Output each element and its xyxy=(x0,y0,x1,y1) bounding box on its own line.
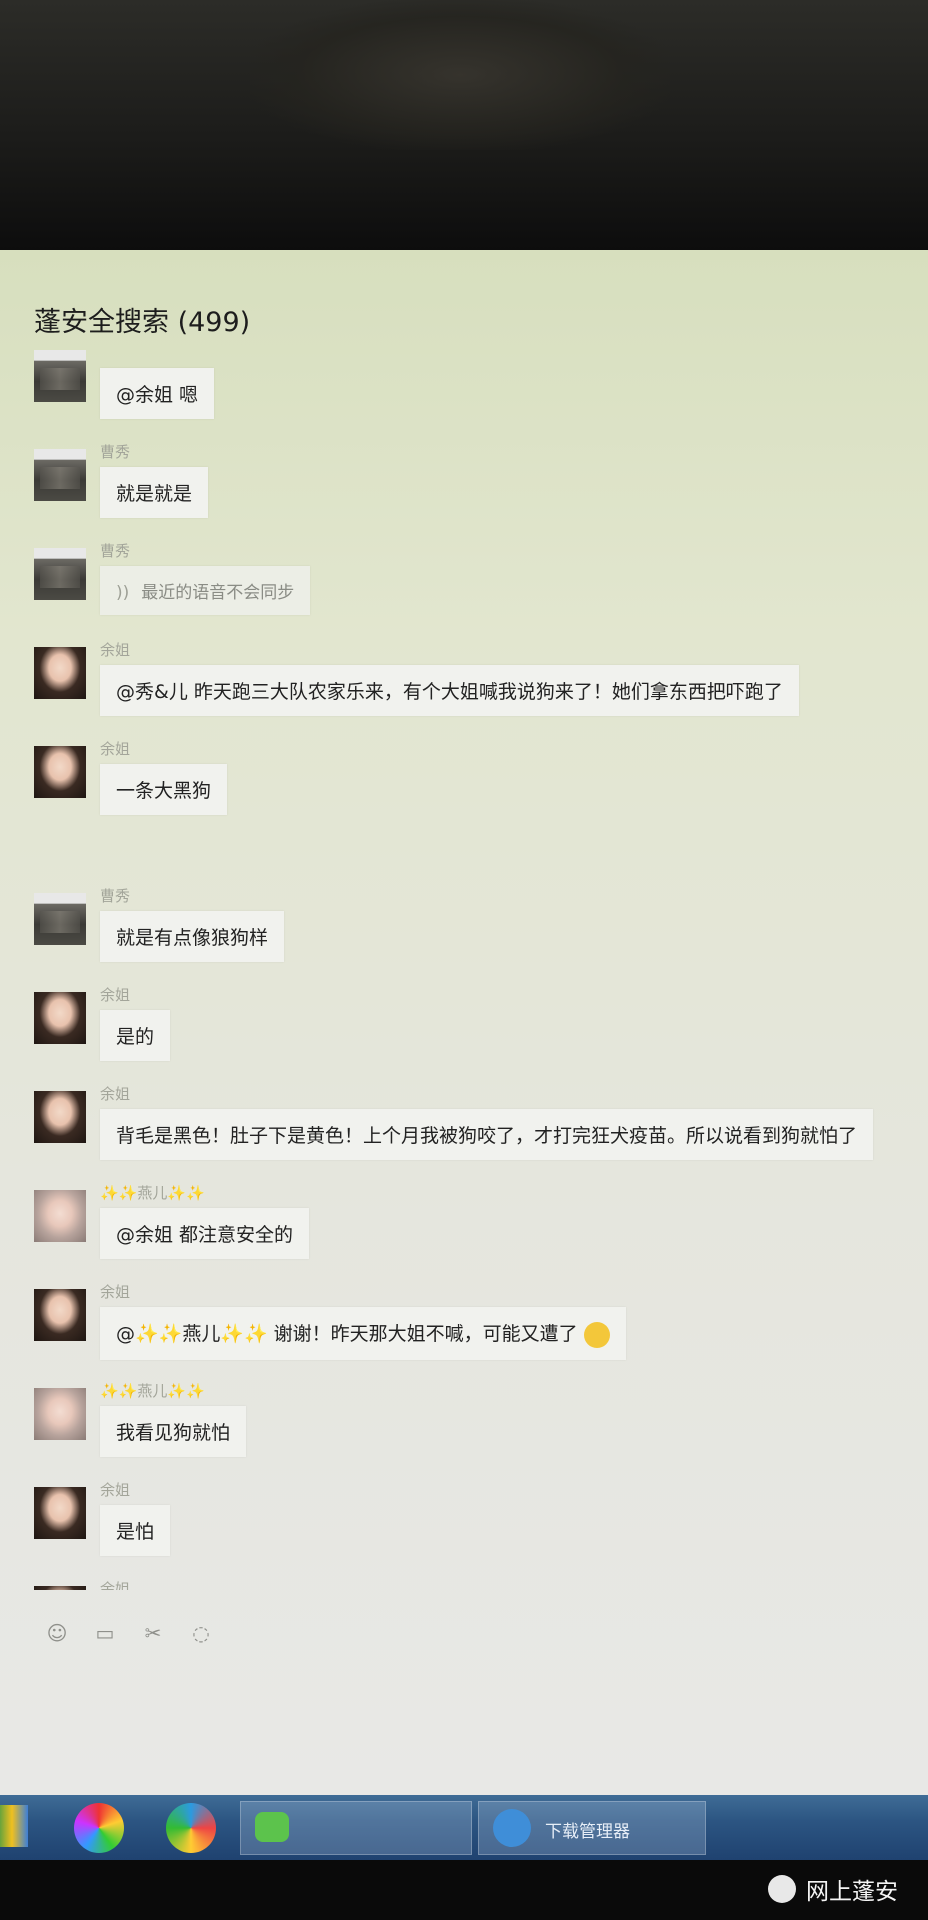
message-text: 就是就是 xyxy=(116,483,193,505)
chat-message: ✨✨燕儿✨✨ @余姐 都注意安全的 xyxy=(34,1184,928,1289)
message-bubble[interactable]: 背毛是黑色！肚子下是黄色！上个月我被狗咬了，才打完狂犬疫苗。所以说看到狗就怕了 xyxy=(100,1109,874,1160)
avatar[interactable] xyxy=(34,1388,86,1440)
message-text: 我看见狗就怕 xyxy=(116,1422,231,1444)
taskbar-wechat-button[interactable] xyxy=(240,1801,472,1855)
message-bubble[interactable]: 就是就是 xyxy=(100,467,209,518)
wechat-logo-icon xyxy=(768,1875,796,1903)
message-bubble[interactable]: @秀&儿 昨天跑三大队农家乐来，有个大姐喊我说狗来了！她们拿东西把吓跑了 xyxy=(100,665,799,716)
sender-name: 余姐 xyxy=(100,1085,131,1103)
download-icon xyxy=(493,1809,531,1847)
message-text: 背毛是黑色！肚子下是黄色！上个月我被狗咬了，才打完狂犬疫苗。所以说看到狗就怕了 xyxy=(116,1125,858,1147)
avatar[interactable] xyxy=(34,992,86,1044)
watermark-text: 网上蓬安 xyxy=(806,1879,898,1905)
avatar[interactable] xyxy=(34,746,86,798)
chat-message: 余姐是的 xyxy=(34,986,928,1091)
message-text: @秀&儿 昨天跑三大队农家乐来，有个大姐喊我说狗来了！她们拿东西把吓跑了 xyxy=(116,681,783,703)
avatar[interactable] xyxy=(34,1586,86,1590)
watermark: 网上蓬安 xyxy=(768,1872,898,1906)
message-bubble[interactable]: 是的 xyxy=(100,1010,171,1061)
voice-message-bubble[interactable]: )) 最近的语音不会同步 xyxy=(100,566,311,615)
avatar[interactable] xyxy=(34,893,86,945)
avatar[interactable] xyxy=(34,350,86,402)
message-text: 一条大黑狗 xyxy=(116,780,212,802)
avatar[interactable] xyxy=(34,1190,86,1242)
chat-title: 蓬安全搜索 (499) xyxy=(34,307,251,338)
chat-message: 余姐背毛是黑色！肚子下是黄色！上个月我被狗咬了，才打完狂犬疫苗。所以说看到狗就怕… xyxy=(34,1085,928,1190)
folder-icon[interactable]: ▭ xyxy=(92,1620,118,1646)
message-text: @✨✨燕儿✨✨ 谢谢！昨天那大姐不喊，可能又遭了 xyxy=(116,1323,578,1345)
message-bubble[interactable]: @余姐 嗯 xyxy=(100,368,215,419)
sender-name: 余姐 xyxy=(100,1481,131,1499)
chat-message: 曹秀就是就是 xyxy=(34,443,928,548)
chat-message: 余姐一条大黑狗 xyxy=(34,740,928,845)
chat-message: @余姐 嗯 xyxy=(34,350,928,449)
message-text: @余姐 都注意安全的 xyxy=(116,1224,294,1246)
message-bubble[interactable]: 是怕 xyxy=(100,1505,171,1556)
taskbar: 下载管理器 xyxy=(0,1795,928,1860)
message-text: 最近的语音不会同步 xyxy=(141,583,295,603)
start-button[interactable] xyxy=(0,1805,28,1847)
sender-name: 余姐 xyxy=(100,1580,131,1590)
sender-name: ✨✨燕儿✨✨ xyxy=(100,1184,205,1202)
sender-name: 曹秀 xyxy=(100,887,131,905)
bottom-bar: 网上蓬安 xyxy=(0,1860,928,1920)
sender-name: 曹秀 xyxy=(100,542,131,560)
voice-wave-icon: )) xyxy=(116,583,130,603)
avatar[interactable] xyxy=(34,647,86,699)
sender-name: 余姐 xyxy=(100,986,131,1004)
avatar[interactable] xyxy=(34,548,86,600)
taskbar-download-label: 下载管理器 xyxy=(545,1822,630,1842)
emoji-icon[interactable]: ☺ xyxy=(44,1620,70,1646)
chat-message: 余姐 @✨✨燕儿✨✨ 谢谢！昨天那大姐不喊，可能又遭了 xyxy=(34,1283,928,1388)
input-toolbar: ☺ ▭ ✂ ◌ xyxy=(44,1620,214,1646)
message-bubble[interactable]: 我看见狗就怕 xyxy=(100,1406,247,1457)
chat-message: 余姐 xyxy=(34,1580,928,1590)
avatar[interactable] xyxy=(34,1289,86,1341)
sender-name: 余姐 xyxy=(100,740,131,758)
message-bubble[interactable]: @✨✨燕儿✨✨ 谢谢！昨天那大姐不喊，可能又遭了 xyxy=(100,1307,626,1360)
browser-icon[interactable] xyxy=(166,1803,216,1853)
sender-name: 曹秀 xyxy=(100,443,131,461)
message-text: 是的 xyxy=(116,1026,155,1048)
monitor-bezel xyxy=(0,0,928,250)
chat-message: 曹秀)) 最近的语音不会同步 xyxy=(34,542,928,647)
sender-name: 余姐 xyxy=(100,1283,131,1301)
message-bubble[interactable]: 就是有点像狼狗样 xyxy=(100,911,285,962)
chat-message: 曹秀就是有点像狼狗样 xyxy=(34,887,928,992)
message-bubble[interactable]: @余姐 都注意安全的 xyxy=(100,1208,310,1259)
avatar[interactable] xyxy=(34,449,86,501)
avatar[interactable] xyxy=(34,1487,86,1539)
message-text: 是怕 xyxy=(116,1521,155,1543)
message-bubble[interactable]: 一条大黑狗 xyxy=(100,764,228,815)
chat-history-icon[interactable]: ◌ xyxy=(188,1620,214,1646)
scissors-icon[interactable]: ✂ xyxy=(140,1620,166,1646)
emoji-face-icon xyxy=(583,1321,610,1348)
message-list[interactable]: @余姐 嗯曹秀 就是就是 曹秀)) 最近的语音不会同步 余姐 @秀&儿 昨天跑三大队农家乐… xyxy=(34,350,928,1590)
chat-message: 余姐 @秀&儿 昨天跑三大队农家乐来，有个大姐喊我说狗来了！她们拿东西把吓跑了 xyxy=(34,641,928,746)
message-text: @余姐 嗯 xyxy=(116,384,199,406)
chat-message: 余姐是怕 xyxy=(34,1481,928,1586)
avatar[interactable] xyxy=(34,1091,86,1143)
media-player-icon[interactable] xyxy=(74,1803,124,1853)
chat-message: ✨✨燕儿✨✨ 我看见狗就怕 xyxy=(34,1382,928,1487)
sender-name: 余姐 xyxy=(100,641,131,659)
chat-window: 蓬安全搜索 (499) @余姐 嗯曹秀 就是就是 曹秀)) 最近的语音不会同步 余姐 @秀… xyxy=(0,250,928,1795)
wechat-icon xyxy=(255,1812,289,1842)
sender-name: ✨✨燕儿✨✨ xyxy=(100,1382,205,1400)
message-text: 就是有点像狼狗样 xyxy=(116,927,269,949)
screen-reflection xyxy=(250,0,670,150)
taskbar-download-button[interactable]: 下载管理器 xyxy=(478,1801,706,1855)
